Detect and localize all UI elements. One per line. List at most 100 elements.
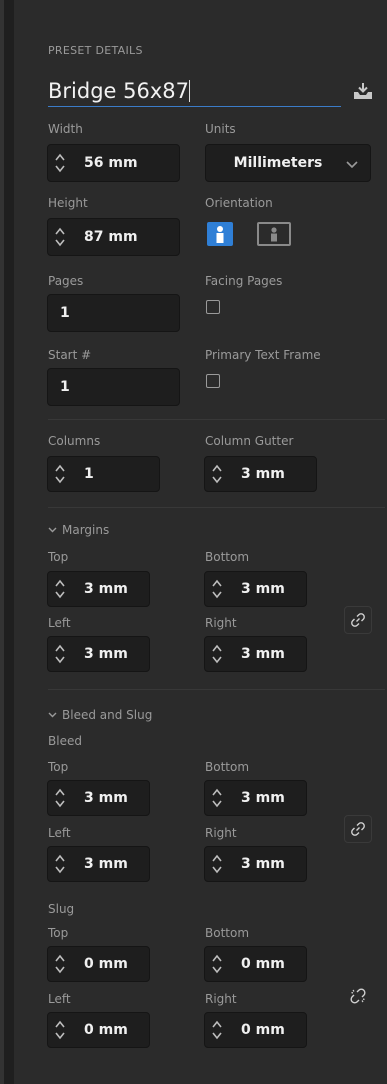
margin-right-field[interactable]: 3 mm: [204, 636, 307, 672]
bleed-bottom-label: Bottom: [205, 760, 250, 774]
primary-text-frame-checkbox[interactable]: [206, 374, 220, 388]
width-value: 56 mm: [84, 155, 138, 171]
preset-name-text: Bridge 56x87: [48, 79, 190, 103]
margin-top-field[interactable]: 3 mm: [47, 571, 150, 607]
divider: [48, 419, 385, 420]
bleed-right-field[interactable]: 3 mm: [204, 846, 307, 882]
stepper-icon[interactable]: [54, 150, 66, 176]
stepper-icon[interactable]: [54, 224, 66, 250]
units-label: Units: [205, 122, 236, 136]
landscape-icon[interactable]: [257, 222, 291, 246]
preset-name-input[interactable]: Bridge 56x87: [48, 76, 341, 107]
margin-bottom-field[interactable]: 3 mm: [204, 571, 307, 607]
text-caret: [189, 80, 191, 102]
chevron-down-icon: [48, 527, 57, 533]
bleed-left-field[interactable]: 3 mm: [47, 846, 150, 882]
bleed-top-label: Top: [48, 760, 69, 774]
bleed-bottom-value: 3 mm: [241, 790, 285, 806]
stepper-icon[interactable]: [211, 641, 223, 667]
orientation-label: Orientation: [205, 196, 273, 210]
columns-field[interactable]: 1: [47, 456, 160, 492]
link-icon[interactable]: [344, 606, 372, 634]
slug-left-label: Left: [48, 992, 71, 1006]
start-number-field[interactable]: 1: [47, 368, 180, 406]
stepper-icon[interactable]: [211, 576, 223, 602]
margins-heading: Margins: [62, 523, 110, 537]
stepper-icon[interactable]: [211, 851, 223, 877]
start-number-value: 1: [60, 379, 70, 395]
margin-right-value: 3 mm: [241, 646, 285, 662]
slug-top-value: 0 mm: [84, 956, 128, 972]
stepper-icon[interactable]: [211, 1017, 223, 1043]
columns-label: Columns: [48, 434, 101, 448]
columns-value: 1: [84, 466, 94, 482]
window-edge: [0, 0, 14, 1084]
slug-left-value: 0 mm: [84, 1022, 128, 1038]
portrait-icon[interactable]: [207, 222, 233, 246]
margin-right-label: Right: [205, 616, 237, 630]
pages-field[interactable]: 1: [47, 294, 180, 332]
link-icon[interactable]: [344, 815, 372, 843]
slug-left-field[interactable]: 0 mm: [47, 1012, 150, 1048]
facing-pages-label: Facing Pages: [205, 274, 283, 288]
margin-left-field[interactable]: 3 mm: [47, 636, 150, 672]
slug-bottom-field[interactable]: 0 mm: [204, 946, 307, 982]
bleed-bottom-field[interactable]: 3 mm: [204, 780, 307, 816]
save-preset-icon[interactable]: [352, 82, 374, 100]
pages-value: 1: [60, 305, 70, 321]
margin-bottom-value: 3 mm: [241, 581, 285, 597]
slug-right-field[interactable]: 0 mm: [204, 1012, 307, 1048]
stepper-icon[interactable]: [54, 851, 66, 877]
stepper-icon[interactable]: [54, 951, 66, 977]
divider: [48, 507, 385, 508]
height-label: Height: [48, 196, 88, 210]
slug-top-label: Top: [48, 926, 69, 940]
pages-label: Pages: [48, 274, 84, 288]
bleed-heading: Bleed: [48, 734, 82, 748]
bleed-slug-heading: Bleed and Slug: [62, 708, 153, 722]
slug-heading: Slug: [48, 902, 75, 916]
column-gutter-value: 3 mm: [241, 466, 285, 482]
primary-text-frame-label: Primary Text Frame: [205, 348, 321, 362]
stepper-icon[interactable]: [211, 951, 223, 977]
column-gutter-label: Column Gutter: [205, 434, 294, 448]
column-gutter-field[interactable]: 3 mm: [204, 456, 317, 492]
chevron-down-icon: [346, 154, 358, 173]
units-dropdown[interactable]: Millimeters: [205, 144, 371, 182]
unlink-icon[interactable]: [344, 982, 372, 1010]
stepper-icon[interactable]: [54, 461, 66, 487]
width-label: Width: [48, 122, 83, 136]
bleed-left-label: Left: [48, 826, 71, 840]
stepper-icon[interactable]: [54, 1017, 66, 1043]
margin-top-label: Top: [48, 550, 69, 564]
height-field[interactable]: 87 mm: [47, 218, 180, 256]
start-number-label: Start #: [48, 348, 92, 362]
margins-section-toggle[interactable]: Margins: [48, 523, 109, 537]
bleed-left-value: 3 mm: [84, 856, 128, 872]
divider: [48, 689, 385, 690]
slug-top-field[interactable]: 0 mm: [47, 946, 150, 982]
slug-right-label: Right: [205, 992, 237, 1006]
margin-left-value: 3 mm: [84, 646, 128, 662]
stepper-icon[interactable]: [211, 461, 223, 487]
edge-strip: [0, 0, 4, 1084]
stepper-icon[interactable]: [54, 641, 66, 667]
preset-details-panel: PRESET DETAILS Bridge 56x87 Width Units …: [14, 0, 387, 1084]
facing-pages-checkbox[interactable]: [206, 300, 220, 314]
chevron-down-icon: [48, 712, 57, 718]
slug-bottom-label: Bottom: [205, 926, 250, 940]
stepper-icon[interactable]: [211, 785, 223, 811]
bleed-slug-section-toggle[interactable]: Bleed and Slug: [48, 708, 152, 722]
preset-details-heading: PRESET DETAILS: [48, 44, 143, 57]
bleed-right-value: 3 mm: [241, 856, 285, 872]
bleed-right-label: Right: [205, 826, 237, 840]
width-field[interactable]: 56 mm: [47, 144, 180, 182]
margin-top-value: 3 mm: [84, 581, 128, 597]
stepper-icon[interactable]: [54, 785, 66, 811]
margin-bottom-label: Bottom: [205, 550, 250, 564]
stepper-icon[interactable]: [54, 576, 66, 602]
bleed-top-field[interactable]: 3 mm: [47, 780, 150, 816]
bleed-top-value: 3 mm: [84, 790, 128, 806]
margin-left-label: Left: [48, 616, 71, 630]
slug-right-value: 0 mm: [241, 1022, 285, 1038]
